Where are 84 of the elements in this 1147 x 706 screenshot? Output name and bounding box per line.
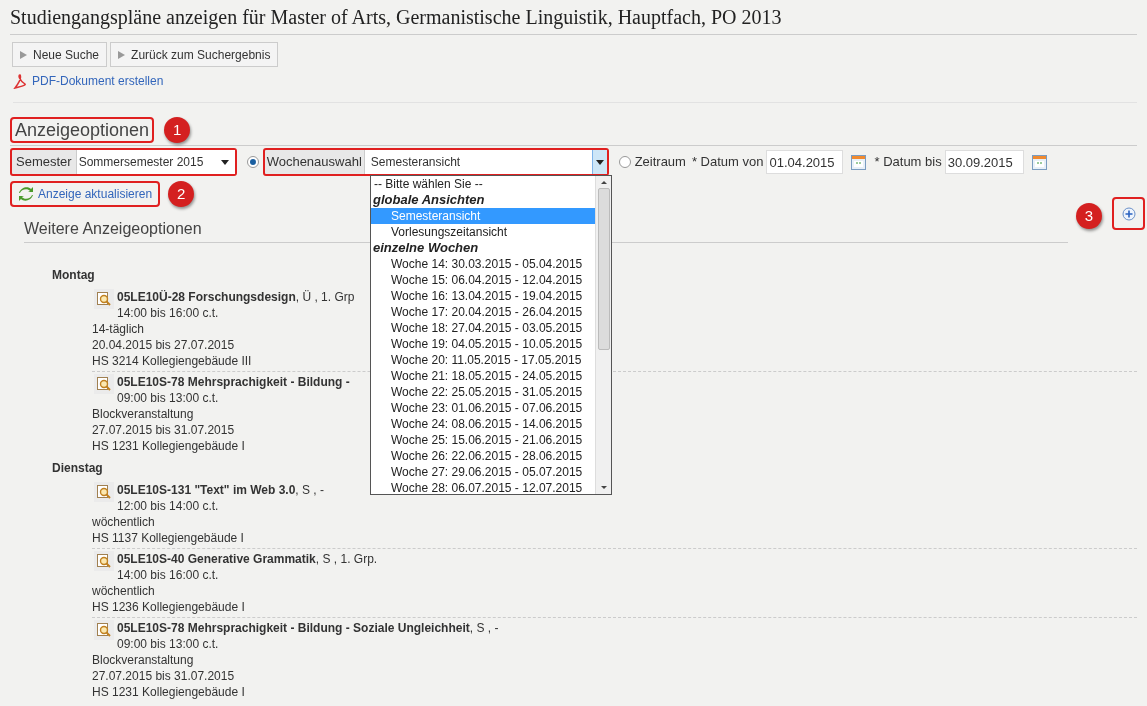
dropdown-option[interactable]: Woche 19: 04.05.2015 - 10.05.2015: [371, 336, 595, 352]
semester-select[interactable]: Semester Sommersemester 2015: [10, 148, 237, 176]
caret-icon: [220, 159, 229, 165]
semester-label: Semester: [15, 153, 73, 172]
semester-value: Sommersemester 2015: [77, 154, 205, 171]
date-to-label: * Datum bis: [874, 153, 942, 172]
dropdown-option[interactable]: -- Bitte wählen Sie --: [371, 176, 595, 192]
week-dropdown-list[interactable]: [370, 175, 612, 495]
option-group-label: globale Ansichten: [372, 192, 486, 208]
dropdown-option[interactable]: Woche 26: 22.06.2015 - 28.06.2015: [371, 448, 595, 464]
refresh-button[interactable]: Anzeige aktualisieren: [10, 181, 161, 207]
course-detail: wöchentlich: [92, 583, 155, 599]
option-group-label: einzelne Wochen: [372, 240, 480, 256]
course-detail: Blockveranstaltung: [92, 652, 194, 668]
radio-button[interactable]: [246, 156, 259, 168]
document-search-icon[interactable]: [96, 291, 112, 307]
dropdown-option[interactable]: Woche 22: 25.05.2015 - 31.05.2015: [371, 384, 595, 400]
course-time: 12:00 bis 14:00 c.t.: [117, 498, 220, 514]
course-title[interactable]: 05LE10S-131 "Text" im Web 3.0, S , -: [117, 482, 325, 498]
refresh-icon: [18, 187, 34, 201]
course-title[interactable]: 05LE10Ü-28 Forschungsdesign, Ü , 1. Grp: [117, 289, 355, 305]
callout-badge: 3: [1076, 203, 1102, 229]
course-detail: wöchentlich: [92, 514, 155, 530]
pdf-link[interactable]: PDF-Dokument erstellen: [32, 72, 164, 90]
document-search-icon[interactable]: [96, 376, 112, 392]
course-time: 09:00 bis 13:00 c.t.: [117, 636, 220, 652]
pdf-icon: [13, 73, 27, 89]
day-heading: Montag: [52, 267, 95, 283]
course-detail: HS 3214 Kollegiengebäude III: [92, 353, 252, 369]
course-detail: HS 1137 Kollegiengebäude I: [92, 530, 244, 546]
course-detail: 14-täglich: [92, 321, 145, 337]
course-title[interactable]: 05LE10S-40 Generative Grammatik, S , 1. Grp.: [117, 551, 378, 567]
document-search-icon[interactable]: [96, 553, 112, 569]
dropdown-option[interactable]: Vorlesungszeitansicht: [371, 224, 595, 240]
document-search-icon[interactable]: [96, 484, 112, 500]
calendar-icon[interactable]: [1031, 154, 1047, 170]
course-time: 14:00 bis 16:00 c.t.: [117, 305, 220, 321]
plus-icon: [1121, 206, 1136, 221]
date-from-field[interactable]: 01.04.2015: [766, 150, 844, 174]
course-detail: HS 1236 Kollegiengebäude I: [92, 599, 245, 615]
page-title: Studiengangspläne anzeigen für Master of Arts, Germanistische Linguistik, Hauptfach, PO 2013: [10, 0, 1137, 35]
course-detail: HS 1231 Kollegiengebäude I: [92, 438, 245, 454]
course-detail: 27.07.2015 bis 31.07.2015: [92, 422, 235, 438]
radio-button[interactable]: [618, 156, 631, 168]
dropdown-option[interactable]: Woche 21: 18.05.2015 - 24.05.2015: [371, 368, 595, 384]
course-time: 09:00 bis 13:00 c.t.: [117, 390, 220, 406]
dropdown-option[interactable]: Woche 28: 06.07.2015 - 12.07.2015: [371, 480, 595, 494]
course-title[interactable]: 05LE10S-78 Mehrsprachigkeit - Bildung - Soziale Ungleichheit, S , -: [117, 620, 499, 636]
nav-button[interactable]: Zurück zum Suchergebnis: [110, 42, 279, 67]
section-heading: Anzeigeoptionen: [10, 117, 155, 143]
day-heading: Dienstag: [52, 460, 103, 476]
course-detail: HS 1231 Kollegiengebäude I: [92, 684, 245, 700]
dropdown-option[interactable]: Woche 14: 30.03.2015 - 05.04.2015: [371, 256, 595, 272]
dropdown-option[interactable]: Woche 27: 29.06.2015 - 05.07.2015: [371, 464, 595, 480]
dropdown-option[interactable]: Woche 18: 27.04.2015 - 03.05.2015: [371, 320, 595, 336]
document-search-icon[interactable]: [96, 622, 112, 638]
play-icon: [118, 50, 126, 59]
course-title[interactable]: 05LE10S-78 Mehrsprachigkeit - Bildung -: [117, 374, 350, 390]
dropdown-option[interactable]: Woche 25: 15.06.2015 - 21.06.2015: [371, 432, 595, 448]
dropdown-option[interactable]: Woche 17: 20.04.2015 - 26.04.2015: [371, 304, 595, 320]
section-heading: Weitere Anzeigeoptionen: [24, 219, 202, 239]
date-from-label: * Datum von: [691, 153, 764, 172]
week-select[interactable]: Wochenauswahl Semesteransicht: [262, 148, 609, 176]
play-icon: [20, 50, 27, 59]
expand-button[interactable]: [1112, 197, 1145, 230]
dropdown-option[interactable]: Woche 24: 08.06.2015 - 14.06.2015: [371, 416, 595, 432]
dropdown-option[interactable]: Woche 20: 11.05.2015 - 17.05.2015: [371, 352, 595, 368]
date-to-field[interactable]: 30.09.2015: [944, 150, 1024, 174]
course-time: 14:00 bis 16:00 c.t.: [117, 567, 220, 583]
caret-icon: [595, 159, 604, 165]
course-detail: 27.07.2015 bis 31.07.2015: [92, 668, 235, 684]
week-value: Semesteransicht: [369, 154, 462, 171]
nav-button[interactable]: Neue Suche: [12, 42, 108, 67]
callout-badge: 2: [168, 181, 195, 207]
range-label: Zeitraum: [634, 153, 686, 172]
course-detail: 20.04.2015 bis 27.07.2015: [92, 337, 235, 353]
dropdown-option[interactable]: Woche 15: 06.04.2015 - 12.04.2015: [371, 272, 595, 288]
course-detail: Blockveranstaltung: [92, 406, 194, 422]
dropdown-option[interactable]: Woche 16: 13.04.2015 - 19.04.2015: [371, 288, 595, 304]
callout-badge: 1: [164, 117, 191, 143]
calendar-icon[interactable]: [851, 154, 867, 170]
dropdown-option[interactable]: Woche 23: 01.06.2015 - 07.06.2015: [371, 400, 595, 416]
week-label: Wochenauswahl: [265, 153, 363, 172]
scrollbar[interactable]: [595, 176, 611, 494]
